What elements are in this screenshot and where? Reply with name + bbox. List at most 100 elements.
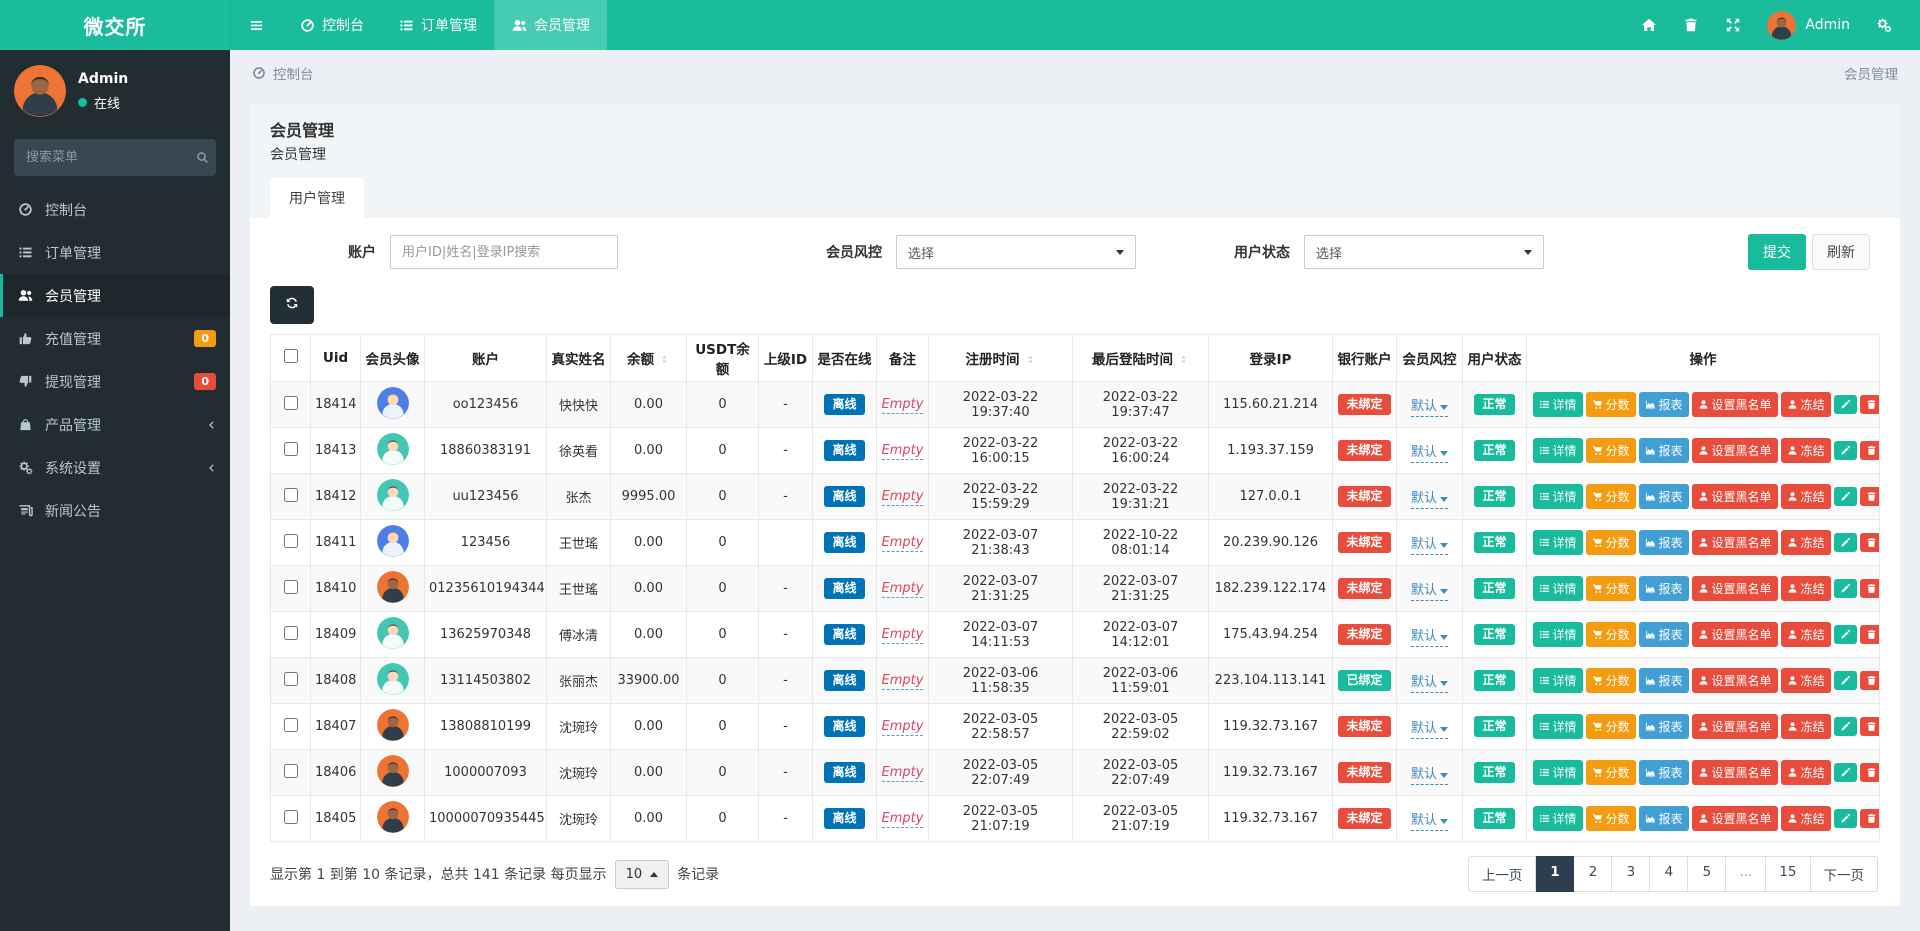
submit-button[interactable]: 提交 <box>1748 234 1806 270</box>
pagination-prev[interactable]: 上一页 <box>1468 856 1537 892</box>
pagination-page-5[interactable]: 5 <box>1688 856 1726 892</box>
row-checkbox[interactable] <box>284 764 298 778</box>
row-action-blacklist[interactable]: 设置黑名单 <box>1692 806 1778 831</box>
risk-dropdown-link[interactable]: 默认 <box>1411 629 1448 647</box>
row-action-detail[interactable]: 详情 <box>1533 806 1583 831</box>
remark-link[interactable]: Empty <box>882 811 924 828</box>
risk-dropdown-link[interactable]: 默认 <box>1411 675 1448 693</box>
risk-dropdown-link[interactable]: 默认 <box>1411 583 1448 601</box>
row-action-score[interactable]: 分数 <box>1586 438 1636 463</box>
gears-icon[interactable] <box>1876 17 1892 33</box>
row-action-edit[interactable] <box>1834 533 1857 552</box>
row-action-detail[interactable]: 详情 <box>1533 668 1583 693</box>
row-action-edit[interactable] <box>1834 717 1857 736</box>
row-action-detail[interactable]: 详情 <box>1533 760 1583 785</box>
row-action-freeze[interactable]: 冻结 <box>1781 484 1831 509</box>
row-action-report[interactable]: 报表 <box>1639 392 1689 417</box>
row-action-freeze[interactable]: 冻结 <box>1781 392 1831 417</box>
fullscreen-icon[interactable] <box>1725 17 1741 33</box>
column-header-reg[interactable]: 注册时间 <box>929 335 1073 382</box>
pagination-page-1[interactable]: 1 <box>1536 856 1574 892</box>
row-action-freeze[interactable]: 冻结 <box>1781 668 1831 693</box>
row-action-detail[interactable]: 详情 <box>1533 576 1583 601</box>
pagination-page-2[interactable]: 2 <box>1574 856 1612 892</box>
row-action-delete[interactable] <box>1860 579 1880 598</box>
sidebar-item-settings[interactable]: 系统设置 <box>0 446 230 489</box>
row-action-report[interactable]: 报表 <box>1639 760 1689 785</box>
row-action-delete[interactable] <box>1860 441 1880 460</box>
row-action-freeze[interactable]: 冻结 <box>1781 622 1831 647</box>
row-action-delete[interactable] <box>1860 625 1880 644</box>
row-action-edit[interactable] <box>1834 809 1857 828</box>
row-action-blacklist[interactable]: 设置黑名单 <box>1692 714 1778 739</box>
brand-logo[interactable]: 微交所 <box>0 0 230 50</box>
risk-dropdown-link[interactable]: 默认 <box>1411 767 1448 785</box>
remark-link[interactable]: Empty <box>882 489 924 506</box>
row-checkbox[interactable] <box>284 396 298 410</box>
row-action-detail[interactable]: 详情 <box>1533 530 1583 555</box>
row-action-freeze[interactable]: 冻结 <box>1781 714 1831 739</box>
row-action-score[interactable]: 分数 <box>1586 576 1636 601</box>
tab-user-management[interactable]: 用户管理 <box>270 178 364 218</box>
risk-dropdown-link[interactable]: 默认 <box>1411 537 1448 555</box>
row-action-report[interactable]: 报表 <box>1639 668 1689 693</box>
column-header-balance[interactable]: 余额 <box>611 335 687 382</box>
sidebar-item-console[interactable]: 控制台 <box>0 188 230 231</box>
remark-link[interactable]: Empty <box>882 397 924 414</box>
navbar-user-menu[interactable]: Admin <box>1767 11 1850 40</box>
row-action-edit[interactable] <box>1834 395 1857 414</box>
sort-icon[interactable] <box>1178 353 1189 366</box>
refresh-button[interactable]: 刷新 <box>1812 234 1870 270</box>
sidebar-search-input[interactable] <box>26 150 196 165</box>
row-action-detail[interactable]: 详情 <box>1533 714 1583 739</box>
row-checkbox[interactable] <box>284 488 298 502</box>
row-checkbox[interactable] <box>284 810 298 824</box>
row-action-score[interactable]: 分数 <box>1586 760 1636 785</box>
risk-dropdown-link[interactable]: 默认 <box>1411 721 1448 739</box>
row-action-blacklist[interactable]: 设置黑名单 <box>1692 622 1778 647</box>
nav-item-members[interactable]: 会员管理 <box>494 0 607 50</box>
row-action-freeze[interactable]: 冻结 <box>1781 760 1831 785</box>
status-select[interactable]: 选择 <box>1304 235 1544 269</box>
risk-dropdown-link[interactable]: 默认 <box>1411 813 1448 831</box>
row-action-detail[interactable]: 详情 <box>1533 622 1583 647</box>
row-action-blacklist[interactable]: 设置黑名单 <box>1692 530 1778 555</box>
row-action-delete[interactable] <box>1860 487 1880 506</box>
pagination-page-15[interactable]: 15 <box>1766 856 1810 892</box>
search-icon[interactable] <box>196 151 209 164</box>
row-action-detail[interactable]: 详情 <box>1533 484 1583 509</box>
row-checkbox[interactable] <box>284 534 298 548</box>
row-action-report[interactable]: 报表 <box>1639 484 1689 509</box>
remark-link[interactable]: Empty <box>882 535 924 552</box>
sidebar-item-recharge[interactable]: 充值管理0 <box>0 317 230 360</box>
row-action-score[interactable]: 分数 <box>1586 392 1636 417</box>
row-checkbox[interactable] <box>284 442 298 456</box>
row-action-delete[interactable] <box>1860 533 1880 552</box>
remark-link[interactable]: Empty <box>882 581 924 598</box>
pagination-page-4[interactable]: 4 <box>1650 856 1688 892</box>
column-header-login[interactable]: 最后登陆时间 <box>1073 335 1209 382</box>
row-action-detail[interactable]: 详情 <box>1533 392 1583 417</box>
breadcrumb-left[interactable]: 控制台 <box>273 63 314 83</box>
row-action-delete[interactable] <box>1860 763 1880 782</box>
row-action-report[interactable]: 报表 <box>1639 530 1689 555</box>
row-action-score[interactable]: 分数 <box>1586 484 1636 509</box>
sidebar-item-news[interactable]: 新闻公告 <box>0 489 230 532</box>
row-action-edit[interactable] <box>1834 671 1857 690</box>
row-action-report[interactable]: 报表 <box>1639 438 1689 463</box>
row-action-score[interactable]: 分数 <box>1586 668 1636 693</box>
row-action-edit[interactable] <box>1834 625 1857 644</box>
row-action-freeze[interactable]: 冻结 <box>1781 438 1831 463</box>
sidebar-item-products[interactable]: 产品管理 <box>0 403 230 446</box>
row-action-delete[interactable] <box>1860 671 1880 690</box>
sidebar-item-withdraw[interactable]: 提现管理0 <box>0 360 230 403</box>
row-action-edit[interactable] <box>1834 441 1857 460</box>
row-action-report[interactable]: 报表 <box>1639 576 1689 601</box>
remark-link[interactable]: Empty <box>882 443 924 460</box>
risk-dropdown-link[interactable]: 默认 <box>1411 491 1448 509</box>
row-action-score[interactable]: 分数 <box>1586 530 1636 555</box>
sidebar-toggle-button[interactable] <box>230 0 282 50</box>
row-action-delete[interactable] <box>1860 809 1880 828</box>
row-action-delete[interactable] <box>1860 395 1880 414</box>
remark-link[interactable]: Empty <box>882 627 924 644</box>
